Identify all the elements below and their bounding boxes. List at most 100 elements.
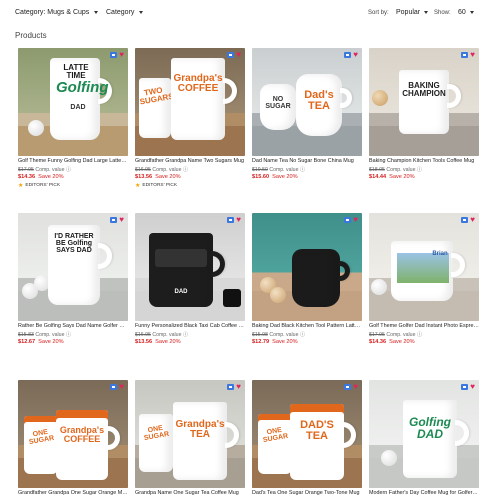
product-title[interactable]: Golf Theme Golfer Dad Instant Photo Espr… [369,323,479,329]
badges: ♥ [110,216,124,224]
sale-price: $13.56 Save 20% [135,339,181,345]
show-label: Show: [434,10,451,16]
product-image[interactable]: ONE SUGAR Grandpa's COFFEE ♥ [18,380,128,488]
personalize-icon [227,217,235,223]
product-title[interactable]: Grandfather Grandpa One Sugar Orange Mug [18,490,128,496]
badges: ♥ [461,51,475,59]
section-title: Products [15,31,47,40]
mug-print: Grandpa's COFFEE [59,425,105,444]
heart-icon[interactable]: ♥ [470,383,475,391]
mug-print: Grandpa's TEA [175,419,225,440]
product-image[interactable]: I'D RATHER BE Golfing SAYS DAD ♥ [18,213,128,321]
chevron-down-icon [424,11,429,14]
personalize-icon [461,217,469,223]
heart-icon[interactable]: ♥ [236,383,241,391]
product-image[interactable]: ♥ [252,213,362,321]
sort-label: Sort by: [368,10,389,16]
heart-icon[interactable]: ♥ [470,216,475,224]
product-title[interactable]: Grandfather Grandpa Name Two Sugars Mug [135,158,245,164]
heart-icon[interactable]: ♥ [236,216,241,224]
heart-icon[interactable]: ♥ [236,51,241,59]
sale-price: $14.36 Save 20% [18,174,64,180]
product-image[interactable]: BAKING CHAMPION ♥ [369,48,479,156]
badges: ♥ [461,383,475,391]
mug-print: BAKING CHAMPION [402,81,446,98]
product-title[interactable]: Dad Name Tea No Sugar Bone China Mug [252,158,362,164]
product-title[interactable]: Golf Theme Funny Golfing Dad Large Latte… [18,158,128,164]
product-image[interactable]: Golfing DAD ♥ [369,380,479,488]
badges: ♥ [461,216,475,224]
heart-icon[interactable]: ♥ [470,51,475,59]
badges: ♥ [227,216,241,224]
badges: ♥ [227,383,241,391]
personalize-icon [110,217,118,223]
sort-value: Popular [396,9,421,16]
product-image[interactable]: ONE SUGAR DAD'S TEA ♥ [252,380,362,488]
sort-dropdown[interactable]: Popular [396,9,429,16]
product-title[interactable]: Funny Personalized Black Taxi Cab Coffee… [135,323,245,329]
mug-print-small: NO SUGAR [265,96,291,110]
mug-print-sub: DAD [70,104,86,111]
product-title[interactable]: Baking Champion Kitchen Tools Coffee Mug [369,158,479,164]
category-filter-dropdown[interactable]: Category: Mugs & Cups [15,9,99,16]
heart-icon[interactable]: ♥ [119,383,124,391]
comp-price: $16.95 Comp. value ⓘ [135,167,189,173]
badges: ♥ [110,383,124,391]
editors-pick-badge: ★ EDITORS' PICK [18,183,61,189]
personalize-icon [110,384,118,390]
star-icon: ★ [18,183,24,189]
chevron-down-icon [139,11,144,14]
comp-price: $15.98 Comp. value ⓘ [252,332,306,338]
mug-print: Golfing DAD [409,415,451,441]
comp-price: $19.50 Comp. value ⓘ [252,167,306,173]
personalize-icon [461,52,469,58]
product-image[interactable]: DAD ♥ [135,213,245,321]
sale-price: $14.44 Save 20% [369,174,415,180]
product-title[interactable]: Dad's Tea One Sugar Orange Two-Tone Mug [252,490,362,496]
heart-icon[interactable]: ♥ [119,51,124,59]
comp-price: $17.95 Comp. value ⓘ [18,167,72,173]
heart-icon[interactable]: ♥ [119,216,124,224]
product-title[interactable]: Baking Dad Black Kitchen Tool Pattern La… [252,323,362,329]
personalize-icon [344,217,352,223]
category-dropdown[interactable]: Category [106,9,144,16]
product-title[interactable]: Modern Father's Day Coffee Mug for Golfe… [369,490,479,496]
comp-price: $15.83 Comp. value ⓘ [18,332,72,338]
product-image[interactable]: TWO SUGARS Grandpa's COFFEE ♥ [135,48,245,156]
category-label: Category [106,9,135,16]
personalize-icon [344,384,352,390]
show-value: 60 [458,9,466,16]
personalize-icon [227,52,235,58]
editors-pick-badge: ★ EDITORS' PICK [135,183,178,189]
product-image[interactable]: LATTE TIME Golfing DAD ♥ [18,48,128,156]
mug-print: DAD [174,289,188,295]
show-dropdown[interactable]: 60 [458,9,474,16]
product-title[interactable]: Grandpa Name One Sugar Tea Coffee Mug [135,490,245,496]
comp-price: $16.95 Comp. value ⓘ [135,332,189,338]
mug-print: Dad's TEA [304,89,334,112]
sale-price: $15.60 Save 20% [252,174,298,180]
sale-price: $12.79 Save 20% [252,339,298,345]
personalize-icon [110,52,118,58]
chevron-down-icon [469,11,474,14]
badges: ♥ [344,51,358,59]
sale-price: $14.36 Save 20% [369,339,415,345]
comp-price: $17.95 Comp. value ⓘ [369,332,423,338]
personalize-icon [461,384,469,390]
personalize-icon [227,384,235,390]
mug-print: Brian [432,251,448,257]
sale-price: $12.67 Save 20% [18,339,64,345]
product-image[interactable]: ONE SUGAR Grandpa's TEA ♥ [135,380,245,488]
heart-icon[interactable]: ♥ [353,216,358,224]
category-filter-label: Category: Mugs & Cups [15,9,90,16]
heart-icon[interactable]: ♥ [353,51,358,59]
comp-price: $18.05 Comp. value ⓘ [369,167,423,173]
product-image[interactable]: NO SUGAR Dad's TEA ♥ [252,48,362,156]
mug-print: I'D RATHER BE Golfing SAYS DAD [54,233,94,254]
badges: ♥ [344,383,358,391]
product-image[interactable]: Brian ♥ [369,213,479,321]
heart-icon[interactable]: ♥ [353,383,358,391]
sale-price: $13.56 Save 20% [135,174,181,180]
mug-print: Grandpa's COFFEE [173,73,223,94]
product-title[interactable]: Rather Be Golfing Says Dad Name Golfer M… [18,323,128,329]
